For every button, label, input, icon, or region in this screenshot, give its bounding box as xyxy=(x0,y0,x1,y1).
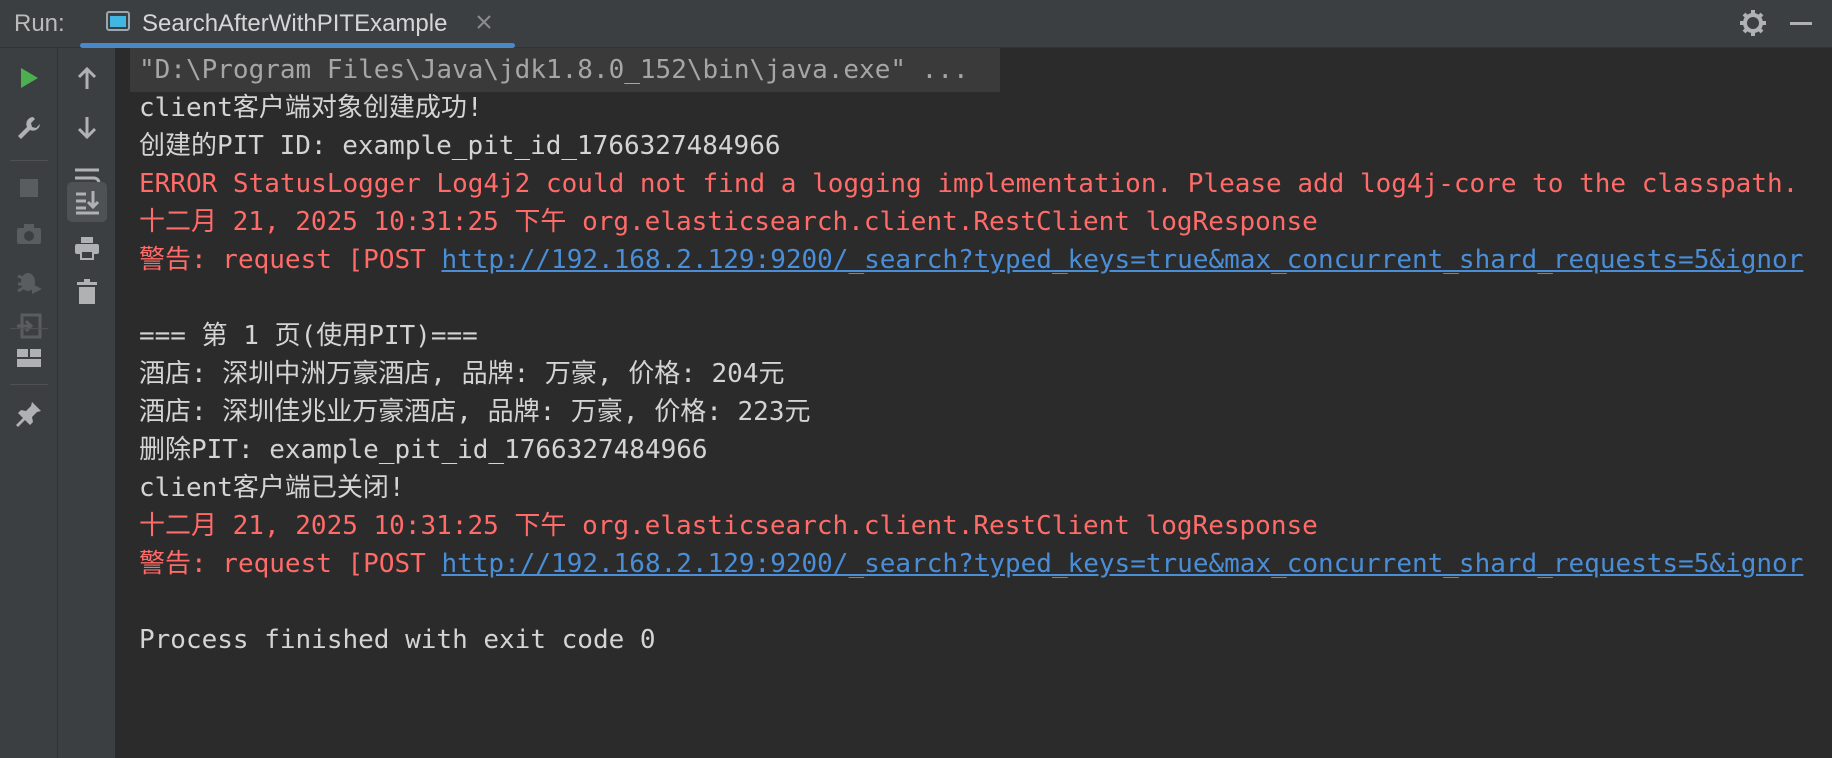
arrow-down-icon xyxy=(77,117,97,140)
run-label: Run: xyxy=(14,10,65,37)
pin-tab-button[interactable] xyxy=(9,394,49,434)
print-icon xyxy=(75,237,99,260)
rerun-button[interactable] xyxy=(9,58,49,98)
stop-button[interactable] xyxy=(9,168,49,208)
exit-icon xyxy=(17,313,42,339)
run-actions-toolbar xyxy=(0,48,58,758)
wrench-icon xyxy=(18,117,40,139)
console-output[interactable]: "D:\Program Files\Java\jdk1.8.0_152\bin\… xyxy=(116,48,1832,758)
run-config-icon xyxy=(106,11,130,31)
edit-configuration-button[interactable] xyxy=(9,108,49,148)
stop-icon xyxy=(20,179,38,197)
print-button[interactable] xyxy=(67,228,107,268)
minimize-icon[interactable] xyxy=(1786,8,1816,38)
console-line-warning: 警告: request [POST http://192.168.2.129:9… xyxy=(139,542,1803,586)
clear-all-button[interactable] xyxy=(67,272,107,312)
up-stack-trace-button[interactable] xyxy=(67,58,107,98)
camera-icon xyxy=(17,224,41,244)
dump-threads-button[interactable] xyxy=(9,214,49,254)
pin-icon xyxy=(16,402,41,427)
toolbar-separator xyxy=(10,160,48,161)
arrow-up-icon xyxy=(77,66,97,89)
debug-icon xyxy=(17,273,42,294)
toolbar-separator xyxy=(10,328,48,329)
run-toolwindow-header: Run: SearchAfterWithPITExample xyxy=(0,0,1832,48)
tab-title: SearchAfterWithPITExample xyxy=(142,10,448,37)
layout-icon xyxy=(17,349,41,367)
warning-prefix: 警告: request [POST xyxy=(139,245,442,275)
console-line-warning: 警告: request [POST http://192.168.2.129:9… xyxy=(139,238,1803,282)
warning-prefix: 警告: request [POST xyxy=(139,549,442,579)
close-icon[interactable] xyxy=(474,12,494,32)
trash-icon xyxy=(77,279,97,304)
scroll-to-end-button[interactable] xyxy=(67,182,107,222)
scroll-to-end-icon xyxy=(76,191,100,215)
console-line-exit-status: Process finished with exit code 0 xyxy=(139,625,656,655)
request-url-link[interactable]: http://192.168.2.129:9200/_search?typed_… xyxy=(441,549,1803,579)
toolbar-separator xyxy=(10,384,48,385)
play-icon xyxy=(21,68,38,88)
tab-search-after-with-pit-example[interactable]: SearchAfterWithPITExample xyxy=(80,0,515,48)
gear-icon[interactable] xyxy=(1738,8,1768,38)
console-actions-toolbar xyxy=(58,48,116,758)
down-stack-trace-button[interactable] xyxy=(67,108,107,148)
restore-layout-button[interactable] xyxy=(9,338,49,378)
debug-button[interactable] xyxy=(9,260,49,300)
request-url-link[interactable]: http://192.168.2.129:9200/_search?typed_… xyxy=(441,245,1803,275)
